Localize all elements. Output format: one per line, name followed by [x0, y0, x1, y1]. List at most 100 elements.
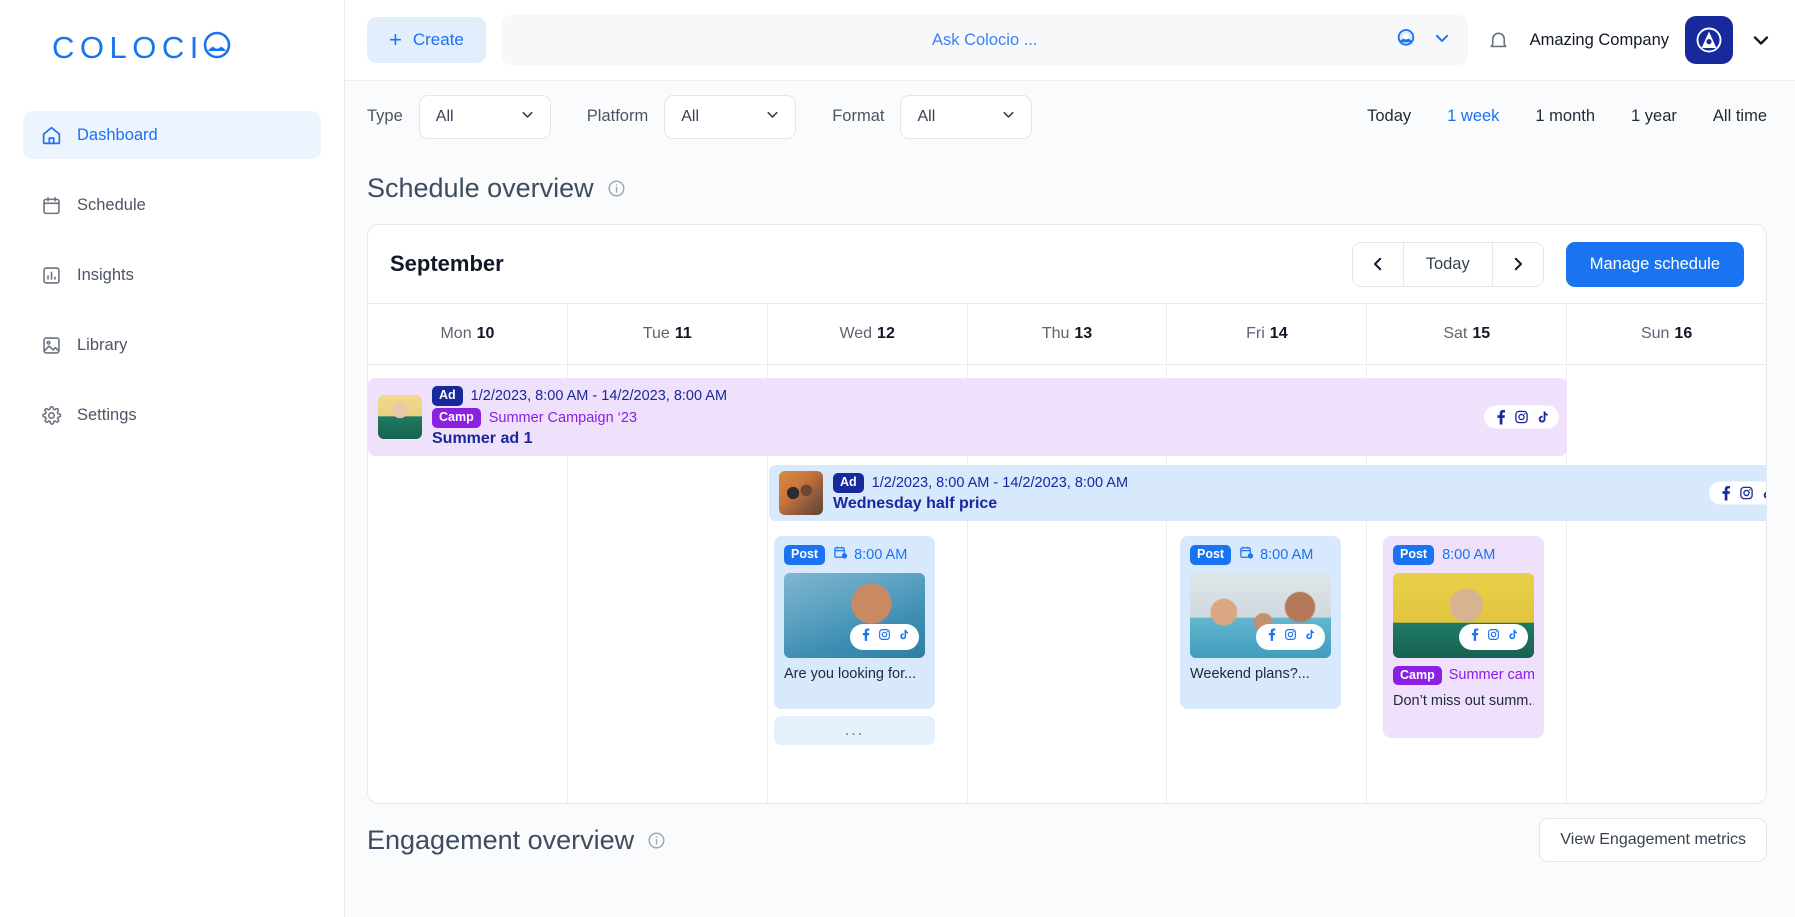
day-header-mon: Mon 10 — [368, 304, 568, 364]
ask-colocio-search[interactable]: Ask Colocio ... — [502, 15, 1468, 65]
calendar-icon — [41, 195, 62, 216]
logo-wordmark: COLOCI — [52, 30, 204, 66]
chevron-down-icon — [519, 106, 536, 128]
filter-type-value: All — [436, 108, 454, 126]
facebook-icon — [1493, 410, 1507, 425]
day-dow: Mon — [440, 325, 471, 343]
day-num: 15 — [1472, 325, 1490, 343]
sidebar-item-library[interactable]: Library — [23, 321, 321, 369]
event-details: Ad 1/2/2023, 8:00 AM - 14/2/2023, 8:00 A… — [833, 473, 1128, 513]
calendar-prev-button[interactable] — [1353, 243, 1403, 286]
sidebar-item-insights[interactable]: Insights — [23, 251, 321, 299]
ask-chevron-down-icon[interactable] — [1432, 28, 1452, 53]
range-1-year[interactable]: 1 year — [1613, 107, 1695, 126]
range-1-week[interactable]: 1 week — [1429, 107, 1517, 126]
calendar-event-wednesday-half-price[interactable]: Ad 1/2/2023, 8:00 AM - 14/2/2023, 8:00 A… — [769, 465, 1767, 521]
account-chevron-down-icon[interactable] — [1749, 28, 1773, 52]
filter-platform-value: All — [681, 108, 699, 126]
post-card-header: Post 8:00 AM — [1393, 545, 1534, 565]
info-icon[interactable] — [647, 831, 666, 850]
post-time: 8:00 AM — [1442, 547, 1495, 563]
calendar-post-card-wed[interactable]: Post 8:00 AM — [774, 536, 935, 709]
event-social-platforms — [1709, 482, 1767, 505]
top-bar: + Create Ask Colocio ... — [345, 0, 1795, 80]
notifications-bell-icon[interactable] — [1484, 25, 1514, 55]
sidebar-item-schedule[interactable]: Schedule — [23, 181, 321, 229]
calendar-next-button[interactable] — [1493, 243, 1543, 286]
tiktok-icon — [1536, 410, 1550, 425]
day-num: 10 — [477, 325, 495, 343]
campaign-badge: Camp — [432, 408, 481, 428]
range-1-month[interactable]: 1 month — [1517, 107, 1613, 126]
filter-format-select[interactable]: All — [900, 95, 1032, 139]
event-details: Ad 1/2/2023, 8:00 AM - 14/2/2023, 8:00 A… — [432, 386, 727, 447]
range-today[interactable]: Today — [1349, 107, 1429, 126]
manage-schedule-button[interactable]: Manage schedule — [1566, 242, 1744, 287]
tiktok-icon — [1761, 486, 1767, 501]
instagram-icon — [1514, 410, 1529, 425]
filter-platform-select[interactable]: All — [664, 95, 796, 139]
calendar-grid: Ad 1/2/2023, 8:00 AM - 14/2/2023, 8:00 A… — [368, 365, 1766, 803]
instagram-icon — [1487, 628, 1500, 646]
day-num: 12 — [877, 325, 895, 343]
instagram-icon — [1739, 486, 1754, 501]
day-header-fri: Fri14 — [1167, 304, 1367, 364]
post-caption: Weekend plans?... — [1190, 666, 1331, 682]
create-button[interactable]: + Create — [367, 17, 486, 63]
post-campaign-name: Summer camp... — [1449, 667, 1534, 683]
sidebar-item-label: Schedule — [77, 196, 146, 215]
app-logo[interactable]: COLOCI — [0, 0, 344, 95]
calendar-event-summer-ad-1[interactable]: Ad 1/2/2023, 8:00 AM - 14/2/2023, 8:00 A… — [368, 378, 1567, 456]
bar-chart-icon — [41, 265, 62, 286]
event-time-row: Ad 1/2/2023, 8:00 AM - 14/2/2023, 8:00 A… — [833, 473, 1128, 493]
calendar-today-button[interactable]: Today — [1403, 243, 1493, 286]
schedule-calendar-card: September Today Manage schedule — [367, 224, 1767, 804]
sidebar-item-label: Settings — [77, 406, 137, 425]
sidebar-item-dashboard[interactable]: Dashboard — [23, 111, 321, 159]
post-time: 8:00 AM — [1239, 545, 1313, 564]
day-header-wed: Wed 12 — [768, 304, 968, 364]
range-all-time[interactable]: All time — [1695, 107, 1767, 126]
post-time-text: 8:00 AM — [1442, 547, 1495, 563]
main-area: + Create Ask Colocio ... — [345, 0, 1795, 917]
filter-type-select[interactable]: All — [419, 95, 551, 139]
plus-icon: + — [389, 29, 402, 51]
post-social-platforms — [1256, 624, 1325, 650]
calendar-post-card-fri[interactable]: Post 8:00 AM — [1180, 536, 1341, 709]
avatar[interactable] — [1685, 16, 1733, 64]
type-badge: Ad — [432, 386, 463, 406]
facebook-icon — [1265, 628, 1277, 646]
day-num: 16 — [1674, 325, 1692, 343]
company-name: Amazing Company — [1530, 31, 1669, 50]
gear-icon — [41, 405, 62, 426]
sidebar-item-label: Insights — [77, 266, 134, 285]
event-social-platforms — [1484, 406, 1559, 429]
info-icon[interactable] — [607, 179, 626, 198]
filter-type-label: Type — [367, 107, 403, 126]
view-engagement-metrics-button[interactable]: View Engagement metrics — [1539, 818, 1767, 862]
content-area: Schedule overview September — [345, 152, 1795, 917]
calendar-month-label: September — [390, 251, 504, 277]
day-dow: Sat — [1443, 325, 1467, 343]
facebook-icon — [1468, 628, 1480, 646]
day-dow: Sun — [1641, 325, 1669, 343]
sidebar-item-settings[interactable]: Settings — [23, 391, 321, 439]
filter-format-value: All — [917, 108, 935, 126]
ask-colocio-placeholder: Ask Colocio ... — [502, 31, 1468, 50]
calendar-more-button-wed[interactable]: ... — [774, 716, 935, 745]
chevron-down-icon — [764, 106, 781, 128]
event-thumbnail — [779, 471, 823, 515]
post-image — [784, 573, 925, 658]
schedule-clock-icon — [1239, 545, 1254, 564]
type-badge: Post — [1190, 545, 1231, 565]
post-time: 8:00 AM — [833, 545, 907, 564]
day-num: 14 — [1270, 325, 1288, 343]
sidebar-item-label: Dashboard — [77, 126, 158, 145]
day-dow: Wed — [839, 325, 872, 343]
post-caption: Are you looking for... — [784, 666, 925, 682]
calendar-toolbar: September Today Manage schedule — [368, 225, 1766, 303]
colocio-assistant-icon[interactable] — [1394, 26, 1418, 55]
day-header-tue: Tue11 — [568, 304, 768, 364]
page-title: Schedule overview — [367, 173, 594, 204]
calendar-post-card-sat[interactable]: Post 8:00 AM — [1383, 536, 1544, 738]
